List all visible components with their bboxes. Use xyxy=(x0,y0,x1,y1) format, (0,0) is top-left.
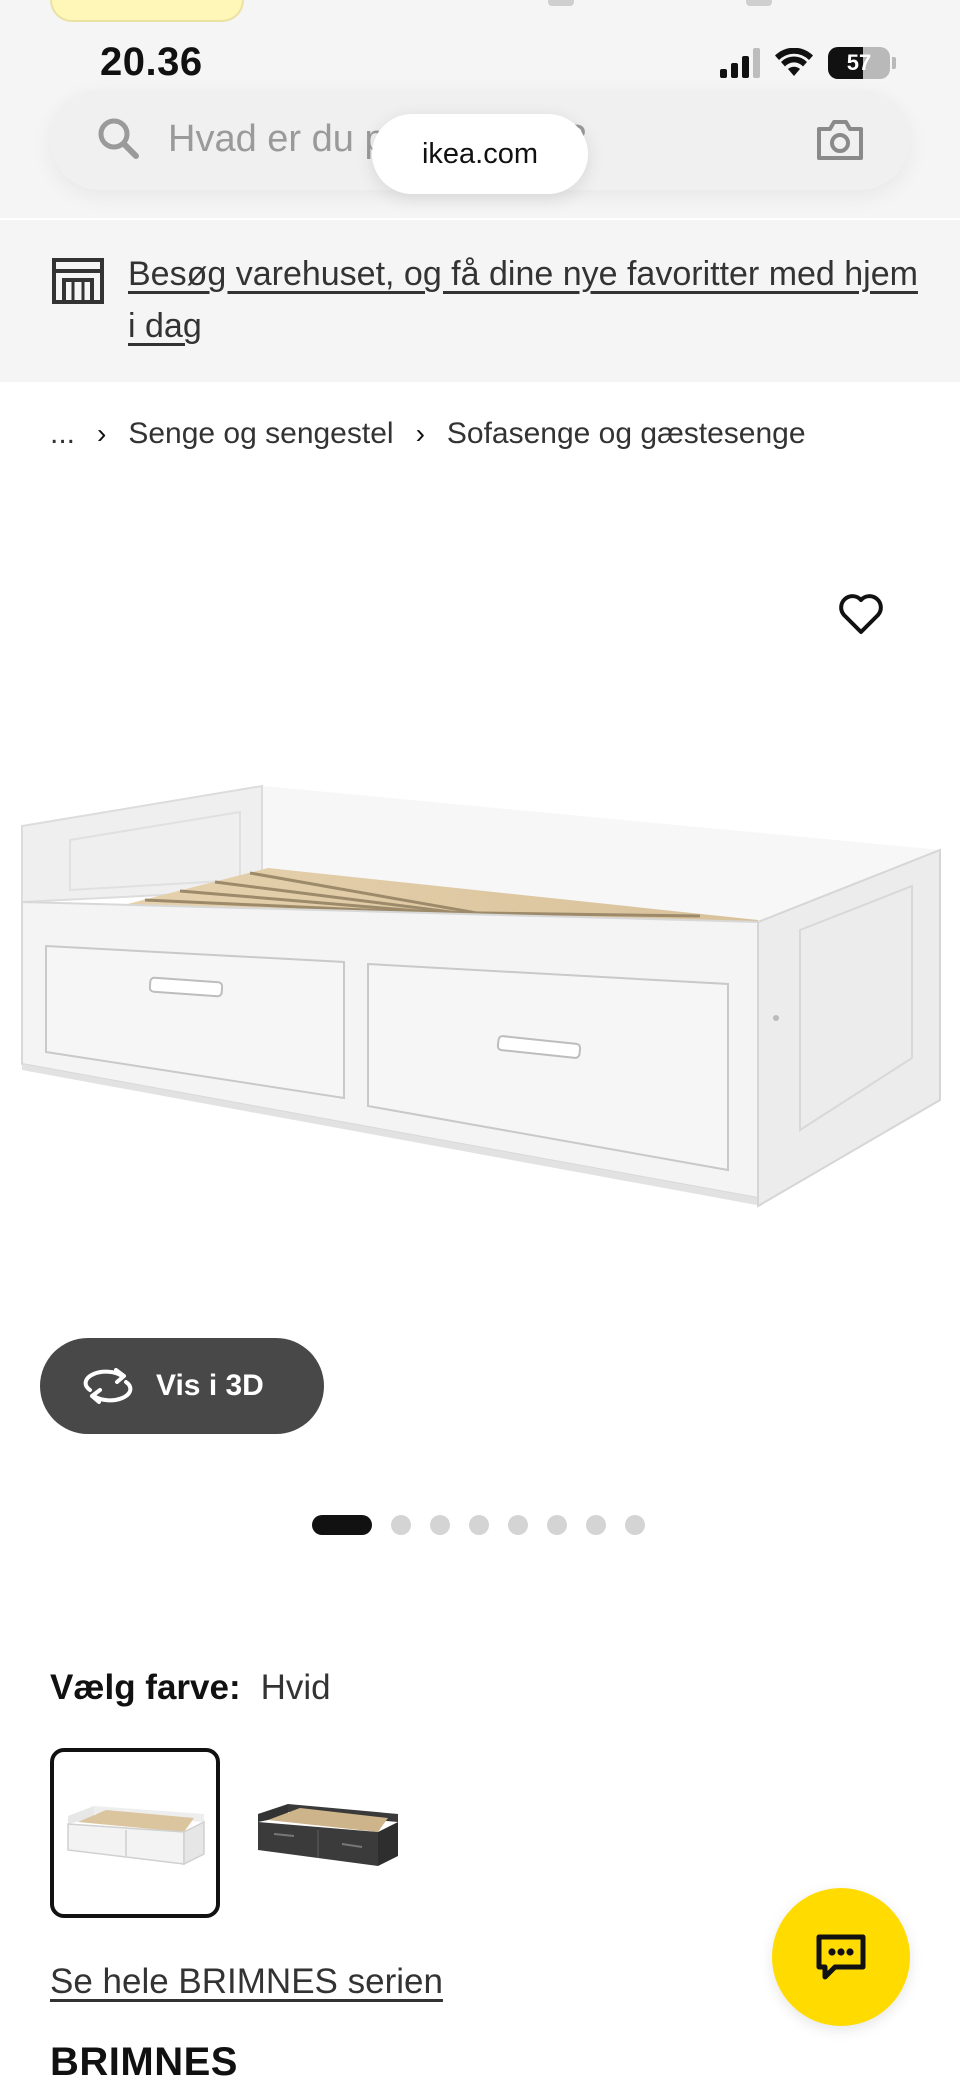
product-image[interactable] xyxy=(0,470,960,1340)
wifi-icon xyxy=(775,48,813,76)
battery-icon: 57 xyxy=(828,47,890,79)
chevron-right-icon: › xyxy=(97,418,107,449)
status-time: 20.36 xyxy=(100,40,203,84)
chat-button[interactable] xyxy=(772,1888,910,2026)
battery-level: 57 xyxy=(846,50,872,75)
signal-icon xyxy=(720,48,760,78)
store-banner[interactable]: Besøg varehuset, og få dine nye favoritt… xyxy=(0,220,960,382)
camera-icon[interactable] xyxy=(814,114,866,166)
browser-url-pill[interactable]: ikea.com xyxy=(372,114,588,194)
black-brown-bed-thumbnail xyxy=(258,1804,398,1866)
carousel-dot[interactable] xyxy=(586,1515,606,1535)
chevron-right-icon: › xyxy=(415,418,425,449)
rotate-3d-icon xyxy=(83,1368,133,1404)
color-selector-heading: Vælg farve: Hvid xyxy=(50,1668,331,1708)
image-carousel-dots[interactable] xyxy=(312,1514,645,1536)
breadcrumb-ellipsis[interactable]: ... xyxy=(50,417,75,451)
color-value: Hvid xyxy=(260,1668,331,1707)
header-icon-partial xyxy=(548,0,574,6)
carousel-dot[interactable] xyxy=(547,1515,567,1535)
color-swatch-white[interactable] xyxy=(50,1748,220,1918)
store-visit-link[interactable]: Besøg varehuset, og få dine nye favoritt… xyxy=(128,248,918,352)
carousel-dot[interactable] xyxy=(625,1515,645,1535)
breadcrumb: ... › Senge og sengestel › Sofasenge og … xyxy=(50,410,806,458)
carousel-dot[interactable] xyxy=(430,1515,450,1535)
breadcrumb-item-beds[interactable]: Senge og sengestel xyxy=(128,417,393,451)
header-icon-partial xyxy=(746,0,772,6)
carousel-dot[interactable] xyxy=(469,1515,489,1535)
view-in-3d-button[interactable]: Vis i 3D xyxy=(40,1338,324,1434)
product-name: BRIMNES xyxy=(50,2040,238,2078)
search-icon xyxy=(98,118,139,159)
chat-icon xyxy=(816,1934,866,1980)
color-label: Vælg farve: xyxy=(50,1668,241,1707)
ikea-logo[interactable] xyxy=(50,0,244,22)
carousel-dot[interactable] xyxy=(312,1515,372,1535)
carousel-dot[interactable] xyxy=(391,1515,411,1535)
view-in-3d-label: Vis i 3D xyxy=(156,1369,264,1402)
color-swatch-black-brown[interactable] xyxy=(248,1748,418,1918)
status-icons: 57 xyxy=(720,46,896,80)
white-bed-thumbnail xyxy=(67,1806,205,1866)
breadcrumb-item-sofa-beds[interactable]: Sofasenge og gæstesenge xyxy=(447,417,806,451)
heart-icon[interactable] xyxy=(836,588,886,638)
carousel-dot[interactable] xyxy=(508,1515,528,1535)
store-icon xyxy=(52,258,104,304)
battery-tip xyxy=(892,57,896,69)
see-series-link[interactable]: Se hele BRIMNES serien xyxy=(50,1962,443,2002)
